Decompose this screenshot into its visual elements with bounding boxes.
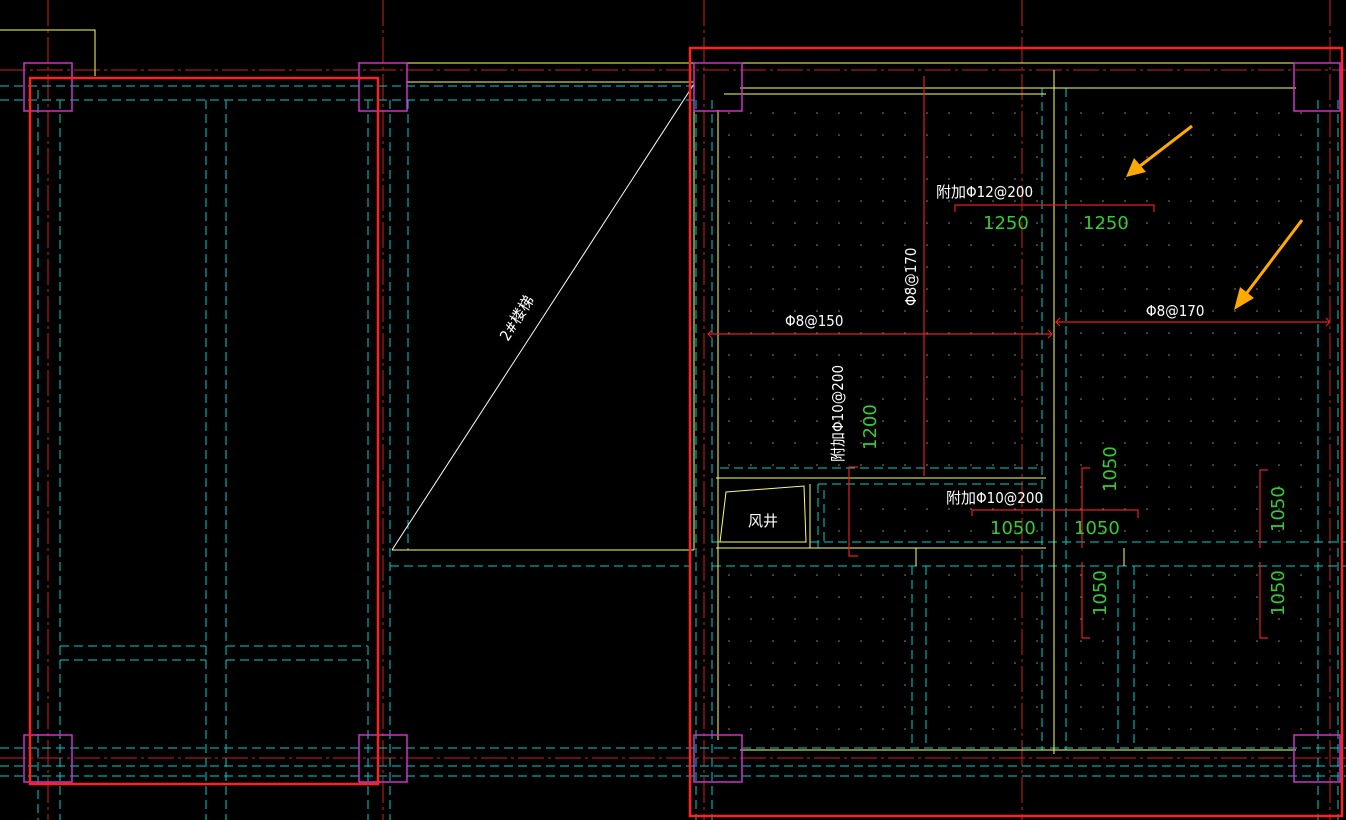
stair-diagonal [391,83,695,551]
label-extra-rebar-12: 附加Φ12@200 [936,183,1033,201]
label-rebar-8-170-h: Φ8@170 [1146,302,1204,320]
dim-1200: 1200 [860,404,881,450]
dim-1250-right: 1250 [1083,213,1129,234]
dim-1050-b: 1050 [1074,518,1120,539]
label-extra-rebar-10-h: 附加Φ10@200 [946,489,1043,507]
label-stair: 2#楼梯 [496,292,538,344]
dim-1050-a: 1050 [990,518,1036,539]
label-extra-rebar-10-v: 附加Φ10@200 [829,365,847,462]
dim-1050-e: 1050 [1268,486,1289,532]
dim-1050-c: 1050 [1100,446,1121,492]
dim-1050-d: 1050 [1090,570,1111,616]
label-rebar-8-150: Φ8@150 [785,312,843,330]
highlight-left [28,76,380,786]
label-shaft: 风井 [748,512,778,530]
label-rebar-8-170-v: Φ8@170 [902,248,920,306]
cad-drawing: 附加Φ12@200 Φ8@150 Φ8@170 附加Φ10@200 Φ8@170… [0,0,1346,820]
dim-1050-f: 1050 [1268,570,1289,616]
dim-1250-left: 1250 [983,213,1029,234]
